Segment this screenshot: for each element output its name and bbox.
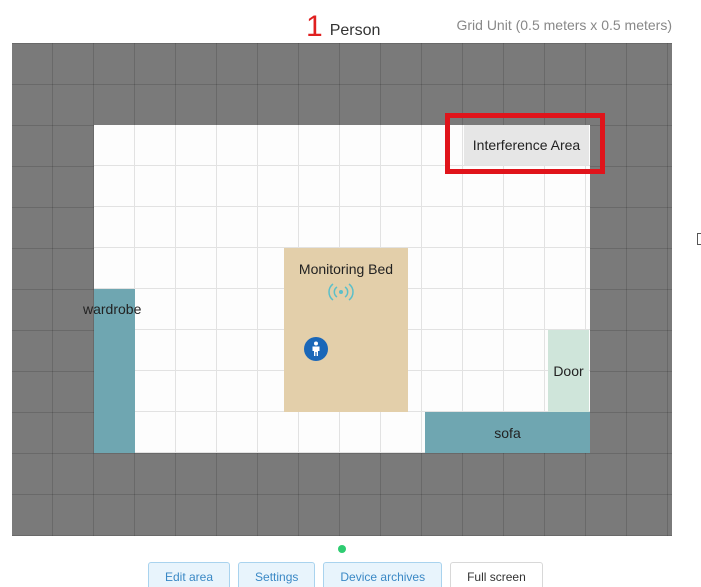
sofa-label: sofa (494, 424, 521, 441)
highlight-box (445, 113, 605, 174)
toolbar: Edit area Settings Device archives Full … (148, 562, 551, 587)
door-label: Door (553, 363, 584, 379)
room-map[interactable]: Interference Area Monitoring Bed wardrob… (12, 43, 672, 536)
monitoring-bed[interactable]: Monitoring Bed (284, 248, 408, 412)
sofa[interactable]: sofa (425, 412, 590, 453)
person-icon[interactable] (304, 337, 328, 361)
radar-signal-icon (328, 283, 354, 301)
wardrobe-label: wardrobe (83, 301, 142, 317)
text-cursor-icon (697, 233, 701, 245)
person-count-label: Person (329, 22, 381, 39)
door[interactable]: Door (548, 330, 589, 412)
grid-unit-label: Grid Unit (0.5 meters x 0.5 meters) (456, 17, 672, 33)
person-count-header: 1 Person (306, 8, 380, 42)
device-archives-button[interactable]: Device archives (323, 562, 443, 587)
settings-button[interactable]: Settings (238, 562, 316, 587)
monitoring-bed-label: Monitoring Bed (298, 261, 394, 277)
edit-area-button[interactable]: Edit area (148, 562, 231, 587)
online-status-dot (338, 545, 346, 553)
full-screen-button[interactable]: Full screen (450, 562, 543, 587)
person-count: 1 (306, 10, 323, 43)
